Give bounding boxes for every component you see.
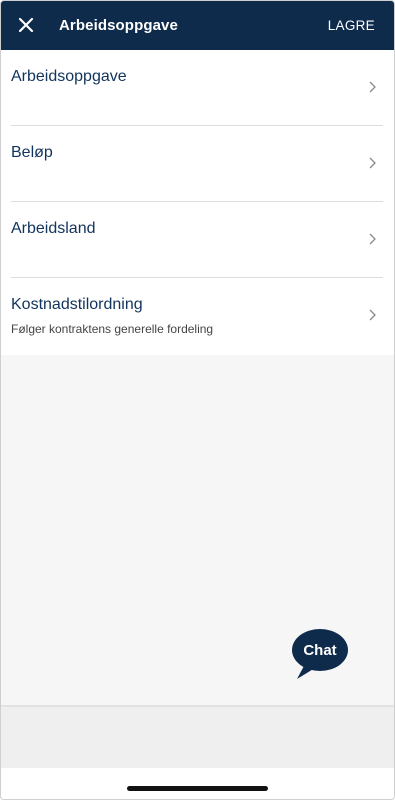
list-item-label: Beløp (11, 144, 53, 161)
chevron-right-icon (369, 81, 376, 93)
save-button[interactable]: LAGRE (328, 18, 375, 33)
list-item-subtitle: Følger kontraktens generelle fordeling (11, 322, 214, 336)
list-item-arbeidsoppgave[interactable]: Arbeidsoppgave (11, 50, 383, 126)
home-area (1, 768, 394, 799)
app-header: Arbeidsoppgave LAGRE (1, 1, 394, 50)
page-title: Arbeidsoppgave (59, 17, 178, 34)
list-item-arbeidsland[interactable]: Arbeidsland (11, 202, 383, 278)
chat-button[interactable]: Chat (291, 628, 351, 682)
chevron-right-icon (369, 309, 376, 321)
close-icon (18, 17, 34, 33)
bottom-bar (1, 705, 394, 770)
list-item-label: Kostnadstilordning (11, 296, 143, 313)
list-item-belop[interactable]: Beløp (11, 126, 383, 202)
chevron-right-icon (369, 157, 376, 169)
chevron-right-icon (369, 233, 376, 245)
home-indicator[interactable] (127, 786, 268, 791)
close-button[interactable] (15, 14, 37, 36)
app-frame: Arbeidsoppgave LAGRE Arbeidsoppgave Belø… (0, 0, 395, 800)
list-item-kostnadstilordning[interactable]: Kostnadstilordning Følger kontraktens ge… (11, 278, 383, 355)
chat-label: Chat (303, 642, 337, 659)
list-item-label: Arbeidsoppgave (11, 68, 127, 85)
settings-list: Arbeidsoppgave Beløp Arbeidsland Kostnad… (1, 50, 394, 355)
list-item-label: Arbeidsland (11, 220, 96, 237)
